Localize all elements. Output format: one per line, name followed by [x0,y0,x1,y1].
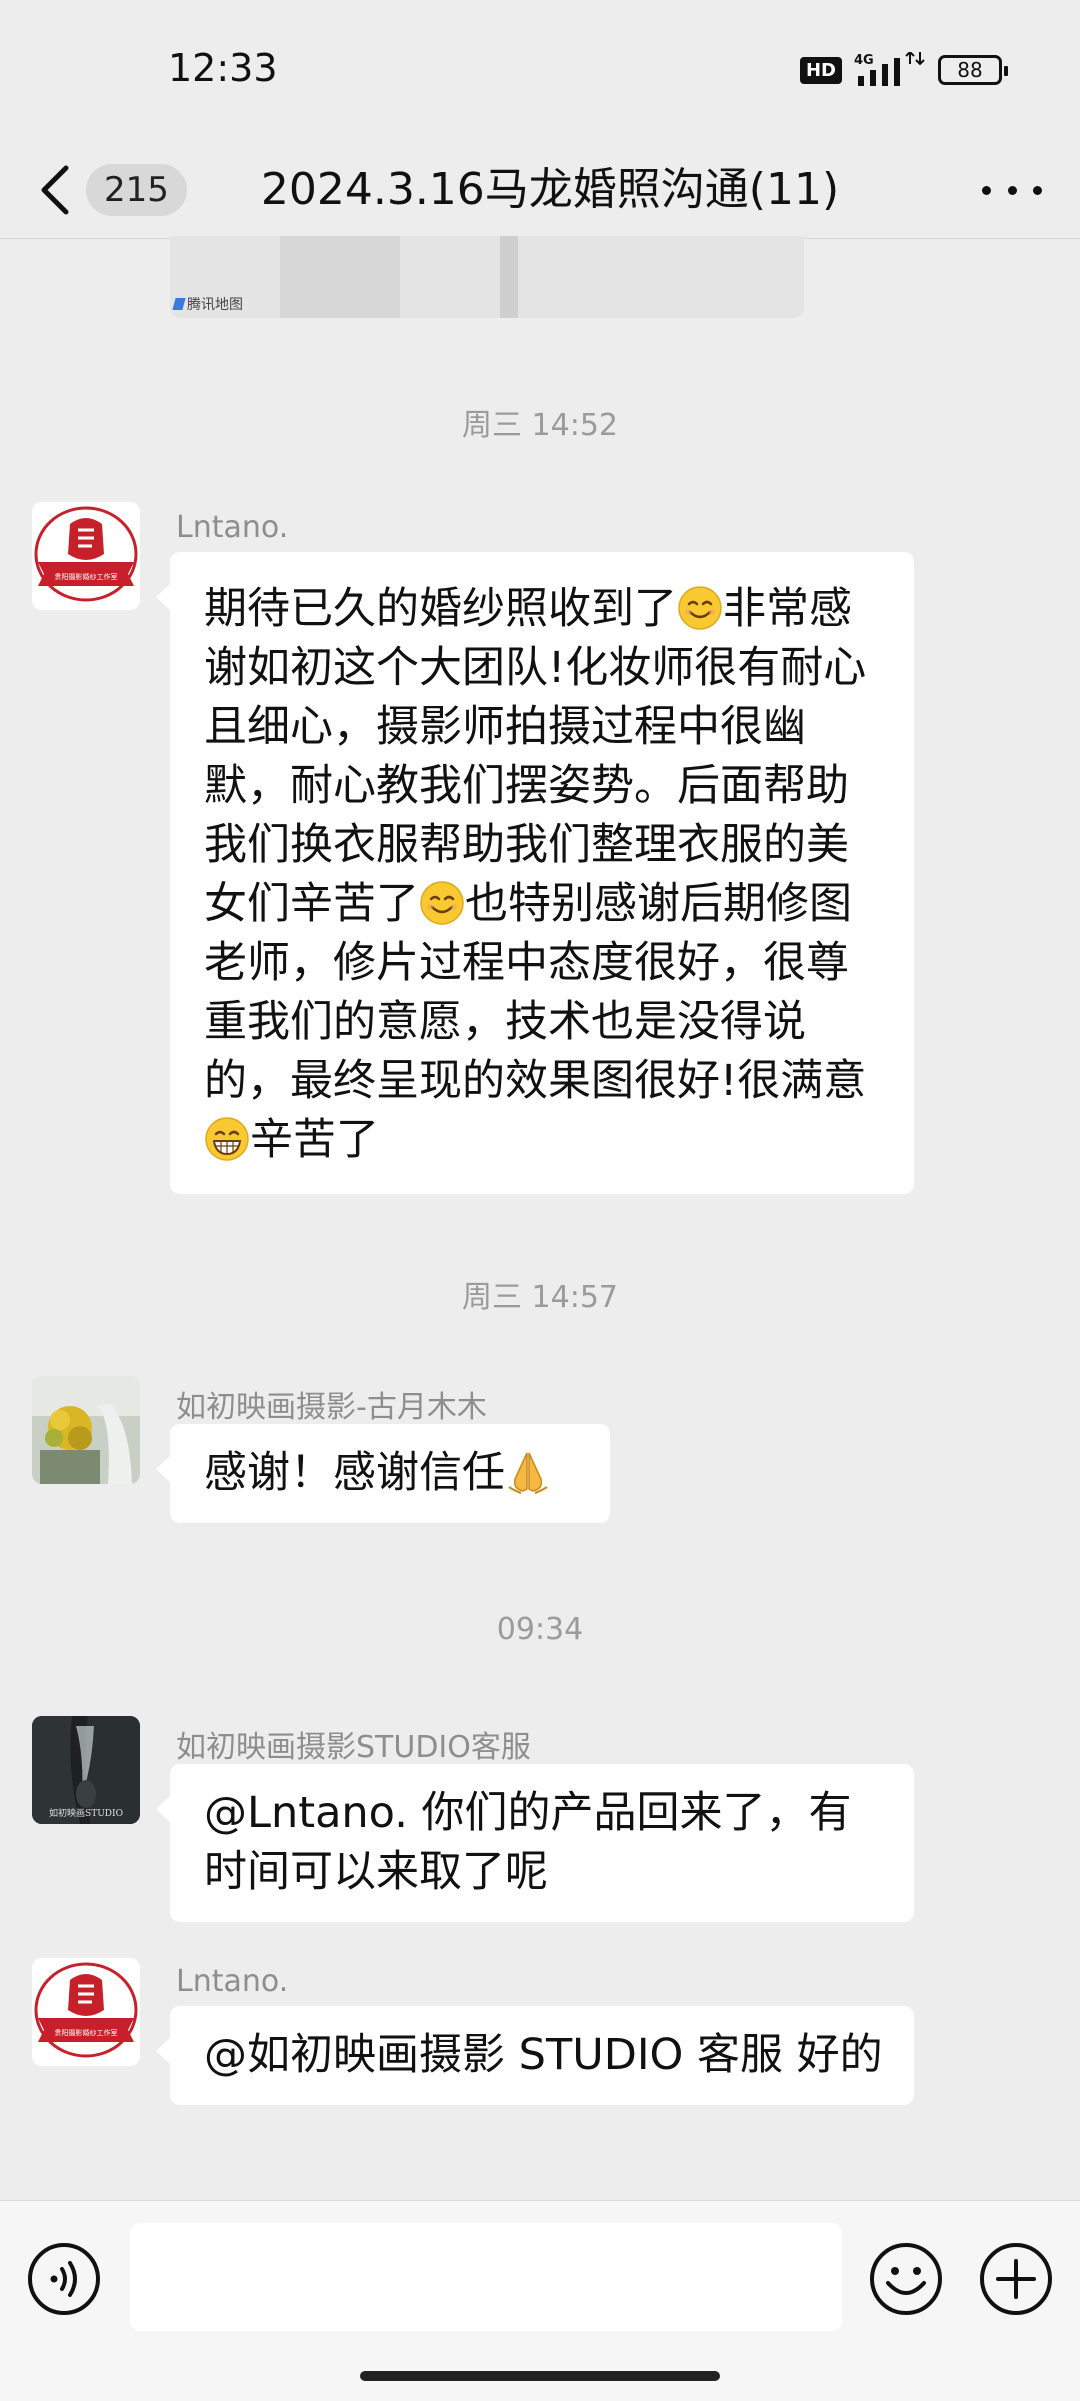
avatar-gu-yue-mu-mu[interactable] [32,1376,140,1484]
tencent-map-icon [172,298,186,310]
map-road [500,236,518,318]
avatar-studio-service[interactable]: 如初映画STUDIO [32,1716,140,1824]
map-credit-label: 腾讯地图 [187,297,243,313]
message-bubble[interactable]: @如初映画摄影 STUDIO 客服 好的 [156,2006,914,2105]
message-text: @Lntano. 你们的产品回来了，有时间可以来取了呢 [204,1788,852,1897]
studio-logo-icon: 贵阳摄影婚纱工作室 [32,502,140,610]
grinning-face-emoji-icon [205,1117,249,1161]
map-road [280,236,400,318]
message-bubble[interactable]: 期待已久的婚纱照收到了 非常感谢如初这个大团队!化妆师很有耐心且细心，摄影师拍摄… [156,552,914,1194]
chat-input-bar [0,2200,1080,2401]
battery-icon: 88 [938,55,1008,85]
message-bubble[interactable]: 感谢！感谢信任 [156,1424,610,1523]
status-time: 12:33 [168,46,278,90]
message-text: 感谢！感谢信任 [204,1448,505,1498]
chat-title: 2024.3.16马龙婚照沟通(11) [260,164,840,215]
message-text: @如初映画摄影 STUDIO 客服 好的 [204,2030,883,2080]
smiling-face-emoji-icon [420,881,464,925]
location-map-card[interactable]: 腾讯地图 [170,236,804,318]
hd-badge: HD [799,56,842,84]
message-timestamp: 周三 14:52 [462,408,618,443]
sender-name: 如初映画摄影-古月木木 [176,1390,487,1425]
message-bubble[interactable]: @Lntano. 你们的产品回来了，有时间可以来取了呢 [156,1764,914,1922]
more-actions-plus-icon[interactable] [978,2241,1054,2317]
map-credit: 腾讯地图 [172,294,243,314]
message-text: 辛苦了 [250,1115,379,1165]
network-label: 4G [854,53,874,68]
voice-input-icon[interactable] [26,2241,102,2317]
sender-name: Lntano. [176,510,289,545]
message-text: 非常感谢如初这个大团队!化妆师很有耐心且细心，摄影师拍摄过程中很幽默，耐心教我们… [204,584,867,929]
status-icons: HD 4G 88 [799,52,1008,88]
message-timestamp: 周三 14:57 [462,1280,618,1315]
sender-name: Lntano. [176,1964,289,1999]
message-text: 期待已久的婚纱照收到了 [204,584,677,634]
avatar-caption: 贵阳摄影婚纱工作室 [55,2028,118,2037]
message-input[interactable] [130,2223,842,2331]
dot-icon [1033,185,1042,195]
emoji-picker-icon[interactable] [868,2241,944,2317]
sender-name: 如初映画摄影STUDIO客服 [176,1730,531,1765]
signal-icon: 4G [854,52,925,86]
avatar-caption: 如初映画STUDIO [49,1807,123,1819]
avatar-caption: 贵阳摄影婚纱工作室 [55,572,118,581]
smiling-face-emoji-icon [678,586,722,630]
dot-icon [1007,185,1017,195]
folded-hands-emoji-icon [508,1452,548,1494]
avatar-lntano[interactable]: 贵阳摄影婚纱工作室 [32,502,140,610]
more-options-button[interactable] [982,175,1042,205]
profile-photo-icon [32,1376,140,1484]
avatar-lntano[interactable]: 贵阳摄影婚纱工作室 [32,1958,140,2066]
status-bar: 12:33 HD 4G 88 [0,0,1080,140]
studio-logo-icon: 贵阳摄影婚纱工作室 [32,1958,140,2066]
studio-photo-icon: 如初映画STUDIO [32,1716,140,1824]
message-timestamp: 09:34 [496,1612,584,1647]
chat-header: 215 2024.3.16马龙婚照沟通(11) [0,140,1080,240]
home-indicator[interactable] [360,2371,720,2381]
dot-icon [982,185,991,195]
battery-level: 88 [957,58,983,82]
